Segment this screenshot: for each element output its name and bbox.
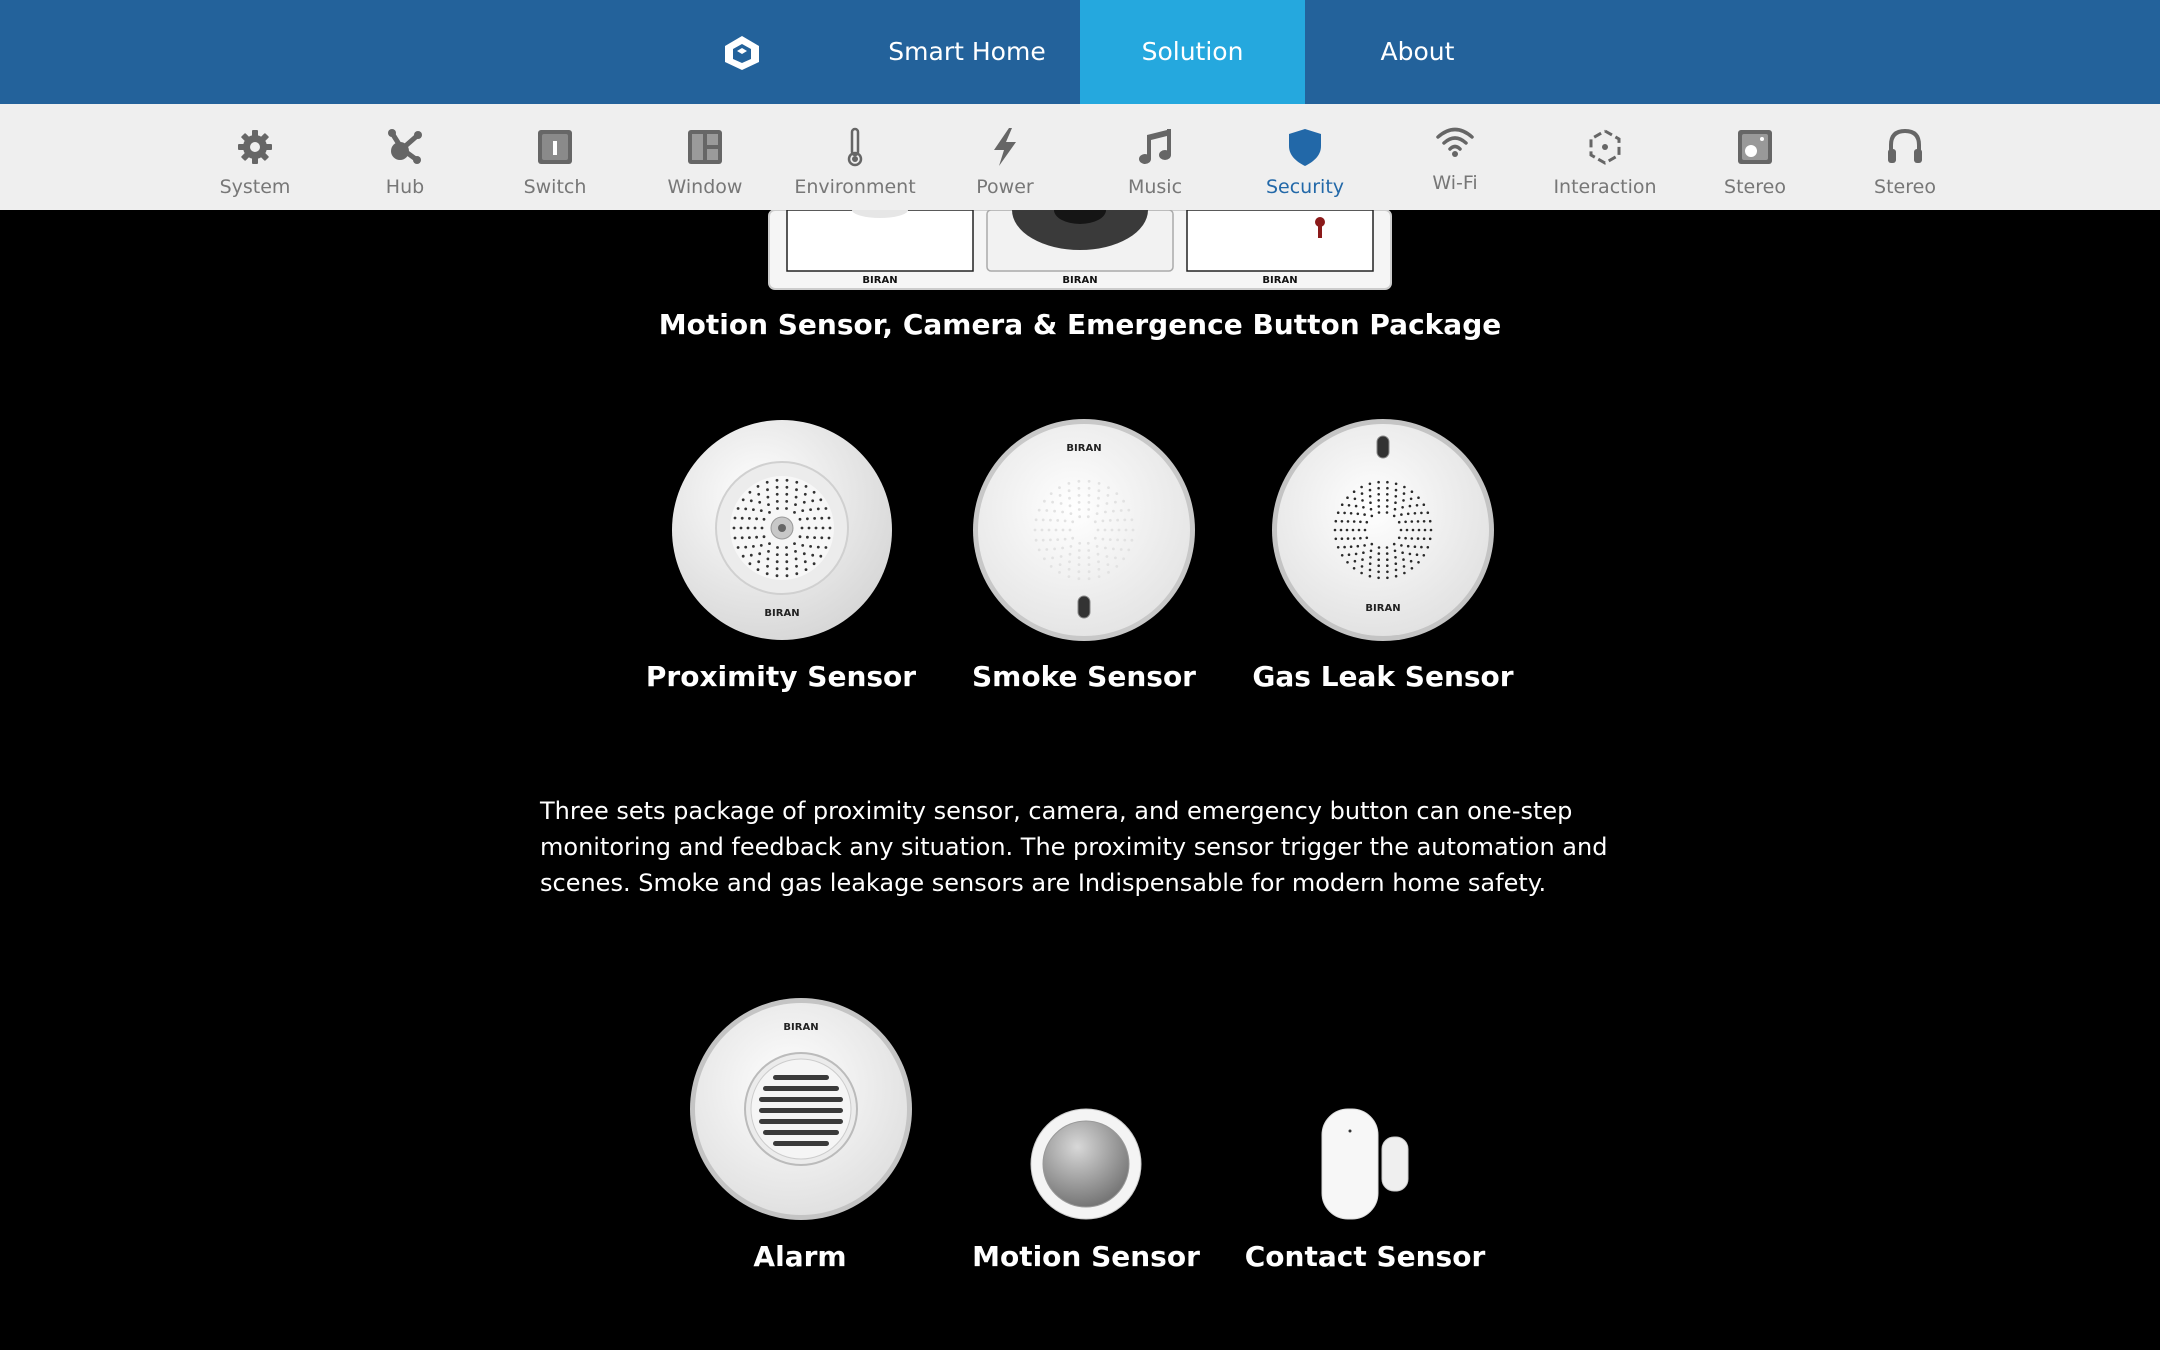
headphones-icon (1888, 128, 1922, 163)
contact-sensor-caption: Contact Sensor (1244, 1240, 1486, 1273)
house-cube-logo[interactable] (721, 34, 763, 72)
gas-leak-sensor-image: BIRAN (1272, 419, 1494, 641)
brand-label: BIRAN (783, 1022, 818, 1033)
brand-label: BIRAN (1066, 443, 1101, 454)
subnav-label: Hub (385, 176, 425, 198)
subnav-item-stereo-headphones[interactable]: Stereo (1830, 104, 1980, 210)
subnav-label: Music (1127, 176, 1183, 198)
window-icon (688, 130, 722, 164)
hub-icon (388, 129, 422, 164)
product-description: Three sets package of proximity sensor, … (540, 797, 1608, 897)
subnav-label: Stereo (1874, 176, 1936, 198)
package-caption: Motion Sensor, Camera & Emergence Button… (658, 308, 1502, 341)
brand-label: BIRAN (862, 275, 897, 286)
nav-about[interactable]: About (1305, 0, 1530, 104)
subnav-label: Environment (794, 176, 916, 198)
subnav-item-music[interactable]: Music (1080, 104, 1230, 210)
speaker-icon (1738, 130, 1772, 164)
gear-icon (238, 130, 272, 164)
brand-label: BIRAN (1262, 275, 1297, 286)
subnav-label: Switch (523, 176, 587, 198)
gas-leak-sensor-caption: Gas Leak Sensor (1252, 660, 1514, 693)
subnav-label: Power (976, 176, 1034, 198)
motion-sensor-image (1030, 1108, 1142, 1220)
switch-icon (538, 130, 572, 164)
brand-label: BIRAN (764, 608, 799, 619)
interaction-icon (1589, 129, 1621, 165)
contact-sensor-image (1321, 1108, 1409, 1220)
brand-label: BIRAN (1062, 275, 1097, 286)
subnav-item-switch[interactable]: Switch (480, 104, 630, 210)
motion-sensor-caption: Motion Sensor (972, 1240, 1200, 1273)
subnav-item-stereo[interactable]: Stereo (1680, 104, 1830, 210)
package-product-image: BIRAN BIRAN BIRAN (768, 210, 1392, 290)
smoke-sensor-image: BIRAN (973, 419, 1195, 641)
shield-icon (1289, 129, 1321, 166)
proximity-sensor-image: BIRAN (672, 420, 892, 640)
proximity-sensor-caption: Proximity Sensor (645, 660, 917, 693)
subnav-item-system[interactable]: System (180, 104, 330, 210)
subnav-label: Interaction (1553, 176, 1657, 198)
subnav-item-environment[interactable]: Environment (780, 104, 930, 210)
category-navigation-bar: System Hub Switch Window Environment Pow… (0, 104, 2160, 210)
subnav-item-hub[interactable]: Hub (330, 104, 480, 210)
subnav-label: Window (667, 176, 743, 198)
smoke-sensor-caption: Smoke Sensor (972, 660, 1196, 693)
subnav-item-window[interactable]: Window (630, 104, 780, 210)
alarm-caption: Alarm (753, 1240, 847, 1273)
thermometer-icon (847, 127, 863, 167)
subnav-label: Wi-Fi (1432, 172, 1478, 194)
subnav-label: System (219, 176, 291, 198)
subnav-item-interaction[interactable]: Interaction (1530, 104, 1680, 210)
top-navigation-bar: Smart Home Solution About (0, 0, 2160, 104)
subnav-item-wifi[interactable]: Wi-Fi (1380, 104, 1530, 210)
nav-smart-home[interactable]: Smart Home (848, 0, 1086, 104)
subnav-label: Stereo (1724, 176, 1786, 198)
subnav-item-security[interactable]: Security (1230, 104, 1380, 210)
nav-solution[interactable]: Solution (1080, 0, 1305, 104)
subnav-label: Security (1265, 176, 1345, 198)
subnav-item-power[interactable]: Power (930, 104, 1080, 210)
alarm-image: BIRAN (690, 998, 912, 1220)
music-note-icon (1139, 129, 1171, 164)
brand-label: BIRAN (1365, 603, 1400, 614)
wifi-icon (1436, 127, 1474, 157)
lightning-icon (994, 128, 1016, 166)
